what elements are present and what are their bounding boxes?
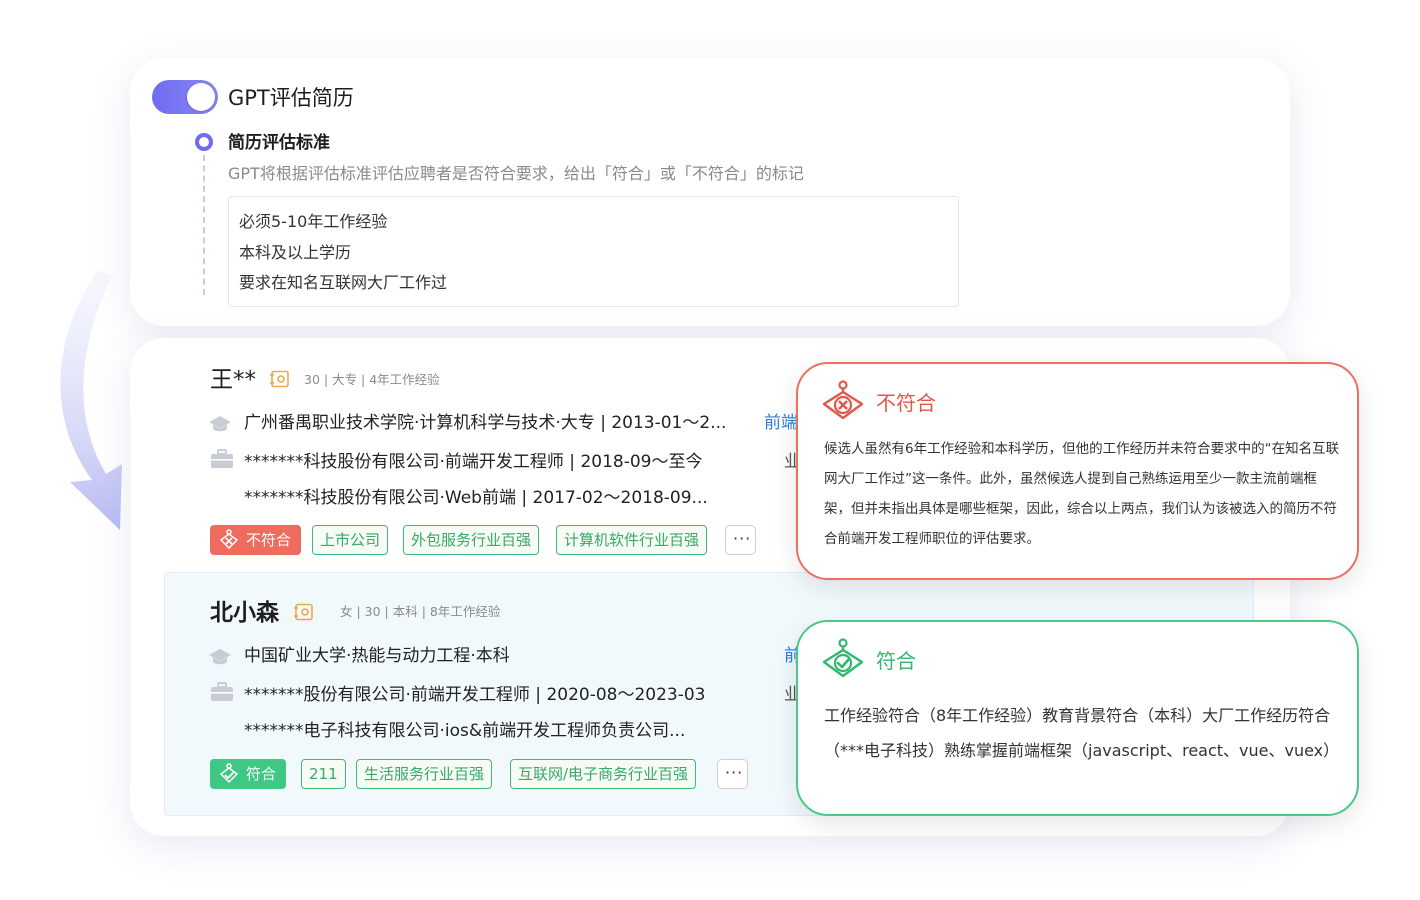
graduation-cap-icon — [209, 416, 231, 432]
candidate-tag[interactable]: 上市公司 — [312, 525, 389, 555]
briefcase-icon — [211, 449, 233, 468]
robot-check-icon — [219, 763, 239, 784]
more-tags-button[interactable]: ··· — [717, 759, 748, 789]
candidate-tag[interactable]: 互联网/电子商务行业百强 — [510, 759, 697, 789]
work-experience-2: *******电子科技有限公司·ios&前端开发工程师负责公司... — [244, 721, 686, 741]
work-experience-1: *******股份有限公司·前端开发工程师 | 2020-08～2023-03 — [244, 685, 706, 705]
timeline-line — [203, 155, 205, 295]
evaluation-title: GPT评估简历 — [228, 86, 354, 110]
candidate-tag[interactable]: 外包服务行业百强 — [403, 525, 540, 555]
education-text: 中国矿业大学·热能与动力工程·本科 — [244, 646, 510, 666]
result-title-pass: 符合 — [876, 649, 916, 673]
criteria-line: 必须5-10年工作经验 — [239, 212, 388, 231]
more-tags-label: ··· — [733, 529, 752, 548]
toggle-knob — [187, 83, 215, 111]
timeline-dot-icon — [195, 133, 213, 151]
result-badge-fail[interactable]: 不符合 — [210, 525, 302, 555]
robot-x-icon — [219, 529, 239, 550]
education-text: 广州番禺职业技术学院·计算机科学与技术·大专 | 2013-01～2... — [244, 413, 727, 433]
candidate-name[interactable]: 王** — [210, 366, 256, 394]
badge-label: 符合 — [246, 765, 277, 783]
criteria-line: 要求在知名互联网大厂工作过 — [239, 273, 448, 292]
criteria-title: 简历评估标准 — [228, 133, 330, 153]
result-title-fail: 不符合 — [876, 391, 936, 415]
resume-icon[interactable] — [294, 603, 314, 621]
result-body-pass: 工作经验符合（8年工作经验）教育背景符合（本科）大厂工作经历符合（***电子科技… — [824, 706, 1340, 760]
result-popup-pass: 符合 工作经验符合（8年工作经验）教育背景符合（本科）大厂工作经历符合（***电… — [796, 620, 1359, 816]
candidate-meta: 女 | 30 | 本科 | 8年工作经验 — [340, 604, 501, 619]
more-tags-button[interactable]: ··· — [725, 525, 756, 555]
result-badge-pass[interactable]: 符合 — [210, 759, 287, 789]
resume-icon[interactable] — [270, 370, 290, 388]
criteria-textarea[interactable]: 必须5-10年工作经验 本科及以上学历 要求在知名互联网大厂工作过 — [228, 196, 959, 307]
candidate-tag[interactable]: 生活服务行业百强 — [356, 759, 493, 789]
robot-x-icon — [822, 380, 864, 420]
candidate-tag[interactable]: 211 — [301, 759, 346, 789]
candidate-name[interactable]: 北小森 — [210, 599, 279, 627]
briefcase-icon — [211, 682, 233, 701]
candidate-meta: 30 | 大专 | 4年工作经验 — [304, 372, 440, 387]
evaluation-settings-card: GPT评估简历 简历评估标准 GPT将根据评估标准评估应聘者是否符合要求，给出「… — [130, 58, 1290, 326]
work-experience-1: *******科技股份有限公司·前端开发工程师 | 2018-09～至今 — [244, 452, 703, 472]
more-tags-label: ··· — [725, 763, 744, 782]
result-popup-fail: 不符合 候选人虽然有6年工作经验和本科学历，但他的工作经历并未符合要求中的“在知… — [796, 362, 1359, 580]
badge-label: 不符合 — [246, 531, 292, 549]
graduation-cap-icon — [209, 649, 231, 665]
gpt-evaluation-toggle[interactable] — [152, 80, 218, 114]
result-body-fail: 候选人虽然有6年工作经验和本科学历，但他的工作经历并未符合要求中的“在知名互联网… — [824, 441, 1340, 547]
criteria-line: 本科及以上学历 — [239, 242, 352, 262]
candidate-tag[interactable]: 计算机软件行业百强 — [556, 525, 708, 555]
robot-check-icon — [822, 638, 864, 678]
criteria-description: GPT将根据评估标准评估应聘者是否符合要求，给出「符合」或「不符合」的标记 — [228, 164, 804, 183]
work-experience-2: *******科技股份有限公司·Web前端 | 2017-02～2018-09.… — [244, 488, 708, 508]
education-side-link[interactable]: 前端 — [764, 412, 798, 434]
